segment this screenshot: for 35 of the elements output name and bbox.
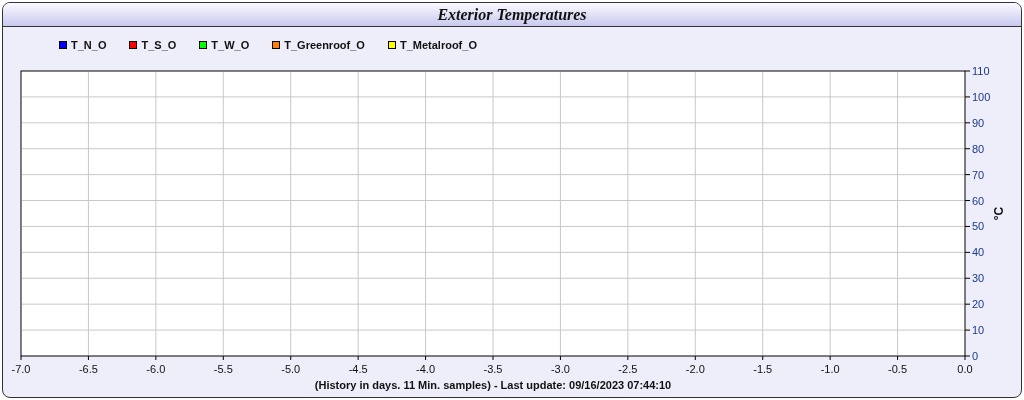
y-tick-label: 110 [972,65,990,77]
x-tick-label: -4.0 [416,363,436,375]
legend-label: T_W_O [211,37,250,53]
x-tick-label: -1.0 [820,363,840,375]
x-tick-label: -3.5 [483,363,503,375]
x-tick-label: 0.0 [957,363,973,375]
y-tick-label: 50 [972,220,985,233]
x-tick-label: -1.5 [753,363,773,375]
x-tick-label: -5.5 [213,363,233,375]
y-axis-label: °C [992,206,1006,221]
x-tick-label: -6.5 [78,363,98,375]
legend-label: T_Greenroof_O [284,37,365,53]
legend-label: T_S_O [141,37,177,53]
y-tick-label: 40 [972,246,985,259]
y-tick-label: 10 [972,324,985,337]
y-tick-label: 60 [972,194,985,207]
y-tick-label: 20 [972,298,985,311]
x-tick-label: -3.0 [550,363,570,375]
x-tick-label: -7.0 [11,363,31,375]
window-title: Exterior Temperatures [437,4,587,26]
x-tick-label: -2.0 [685,363,705,375]
x-tick-label: -0.5 [888,363,908,375]
legend-label: T_N_O [71,37,107,53]
x-tick-label: -6.0 [146,363,166,375]
y-tick-label: 30 [972,272,985,285]
x-tick-label: -5.0 [281,363,301,375]
y-tick-label: 80 [972,142,985,155]
y-tick-label: 90 [972,116,985,129]
legend-label: T_Metalroof_O [399,37,477,53]
x-tick-label: -2.5 [618,363,638,375]
y-tick-label: 0 [972,350,979,362]
x-tick-label: -4.5 [348,363,368,375]
y-tick-label: 100 [972,90,991,103]
x-axis-label: (History in days. 11 Min. samples) - Last update: 09/16/2023 07:44:10 [314,379,672,391]
y-tick-label: 70 [972,168,985,181]
